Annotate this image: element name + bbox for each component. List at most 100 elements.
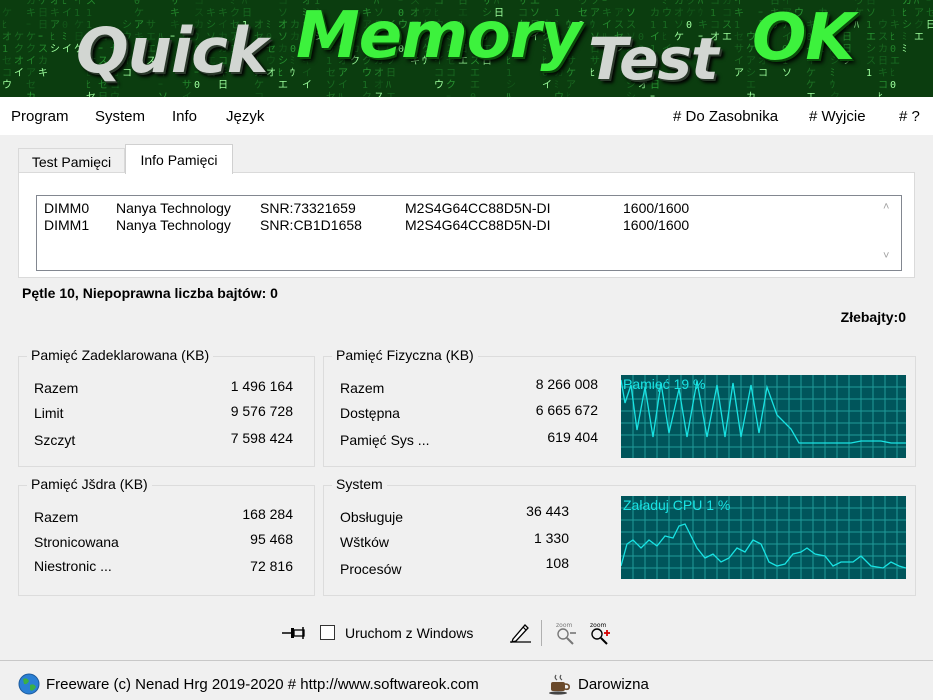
svg-text:ｰ: ｰ [38, 32, 43, 43]
module-part-number: M2S4G64CC88D5N-DI [405, 200, 551, 216]
menu-language[interactable]: Język [226, 108, 264, 125]
coffee-icon[interactable] [548, 673, 572, 695]
physical-system-label: Pamięć Sys ... [340, 432, 430, 448]
svg-text:ケ: ケ [686, 7, 696, 19]
svg-text:ﾊ: ﾊ [914, 0, 919, 7]
svg-text:コ: コ [710, 0, 720, 7]
svg-text:シ: シ [902, 20, 912, 31]
menu-to-tray[interactable]: # Do Zasobnika [673, 108, 778, 125]
svg-text:ス: ス [722, 20, 732, 31]
svg-text:イ: イ [26, 56, 36, 67]
autostart-label[interactable]: Uruchom z Windows [345, 625, 473, 641]
svg-text:日: 日 [926, 20, 933, 31]
svg-text:ス: ス [38, 44, 48, 55]
svg-text:エ: エ [470, 80, 480, 91]
scroll-up-icon[interactable]: ˄ [883, 201, 889, 213]
svg-text:ﾊ: ﾊ [854, 20, 859, 31]
svg-text:セ: セ [926, 7, 933, 19]
svg-text:カ: カ [674, 0, 684, 7]
svg-text:オ: オ [278, 19, 288, 31]
pencil-icon[interactable] [507, 620, 533, 646]
zoom-out-caption: zoom [556, 622, 572, 629]
svg-text:イ: イ [734, 56, 744, 67]
list-item[interactable]: DIMM1 Nanya Technology SNR:CB1D1658 M2S4… [44, 217, 864, 234]
svg-text:ウ: ウ [854, 0, 864, 7]
svg-text:オ: オ [50, 0, 60, 7]
svg-text:ﾋ: ﾋ [50, 31, 55, 43]
group-title: Pamięć Zadeklarowana (KB) [27, 347, 214, 363]
svg-text:ス: ス [866, 56, 876, 67]
kernel-paged-label: Stronicowana [34, 534, 119, 550]
menu-program[interactable]: Program [11, 108, 69, 125]
svg-text:日: 日 [866, 0, 876, 7]
tab-memory-info[interactable]: Info Pamięci [125, 144, 233, 174]
cpu-usage-graph: Załaduj CPU 1 % [620, 496, 907, 579]
svg-text:セ: セ [2, 55, 12, 67]
globe-icon[interactable] [18, 673, 40, 695]
group-title: Pamięć Fizyczna (KB) [332, 347, 478, 363]
menu-system[interactable]: System [95, 108, 145, 125]
svg-text:ウ: ウ [2, 79, 12, 91]
committed-limit-value: 9 576 728 [230, 403, 293, 419]
svg-text:ソ: ソ [590, 0, 600, 7]
menu-bar: Program System Info Język # Do Zasobnika… [0, 97, 933, 135]
module-serial: SNR:73321659 [260, 200, 356, 216]
scroll-down-icon[interactable]: ˅ [883, 250, 889, 262]
svg-text:ケ: ケ [26, 31, 36, 43]
zoom-in-icon[interactable]: zoom [587, 620, 613, 646]
zoom-in-caption: zoom [590, 622, 606, 629]
svg-text:ク: ク [686, 0, 696, 7]
module-speed: 1600/1600 [623, 200, 690, 216]
donate-link[interactable]: Darowizna [578, 676, 649, 693]
svg-text:オ: オ [674, 7, 684, 19]
svg-text:オ: オ [14, 55, 24, 67]
svg-text:ｰ: ｰ [926, 0, 931, 7]
svg-text:ア: ア [50, 20, 60, 31]
copyright-link[interactable]: Freeware (c) Nenad Hrg 2019-2020 # http:… [46, 676, 479, 693]
module-serial: SNR:CB1D1658 [260, 217, 362, 233]
svg-text:ﾐ: ﾐ [902, 32, 907, 43]
committed-total-value: 1 496 164 [230, 378, 293, 394]
list-item[interactable]: DIMM0 Nanya Technology SNR:73321659 M2S4… [44, 200, 864, 217]
svg-text:ｰ: ｰ [602, 0, 607, 7]
svg-text:ス: ス [878, 32, 888, 43]
svg-text:ソ: ソ [866, 8, 876, 19]
svg-text:ﾋ: ﾋ [890, 67, 895, 79]
tab-memory-test[interactable]: Test Pamięci [18, 148, 125, 174]
zoom-out-icon[interactable]: zoom [553, 620, 579, 646]
menu-info[interactable]: Info [172, 108, 197, 125]
menu-help[interactable]: # ? [899, 108, 920, 125]
svg-text:エ: エ [914, 32, 924, 43]
physical-available-label: Dostępna [340, 405, 400, 421]
svg-text:カ: カ [38, 55, 48, 67]
autostart-checkbox[interactable] [320, 625, 335, 640]
svg-text:1: 1 [710, 8, 716, 19]
svg-text:1: 1 [362, 80, 368, 91]
kernel-total-label: Razem [34, 509, 79, 525]
toolbar-separator [541, 620, 542, 646]
memory-module-list[interactable]: DIMM0 Nanya Technology SNR:73321659 M2S4… [36, 195, 902, 271]
svg-text:シ: シ [506, 80, 516, 91]
svg-text:ウ: ウ [662, 7, 672, 19]
pin-icon[interactable] [282, 626, 306, 640]
svg-text:キ: キ [878, 68, 888, 79]
svg-text:コ: コ [878, 80, 888, 91]
module-part-number: M2S4G64CC88D5N-DI [405, 217, 551, 233]
module-slot: DIMM0 [44, 200, 90, 216]
menu-exit[interactable]: # Wyjcie [809, 108, 866, 125]
svg-text:ア: ア [590, 8, 600, 19]
svg-text:1: 1 [734, 20, 740, 31]
svg-text:ア: ア [26, 68, 36, 79]
svg-text:キ: キ [26, 8, 36, 19]
system-handles-value: 36 443 [526, 503, 569, 519]
svg-text:ｳ: ｳ [830, 79, 835, 91]
svg-text:ケ: ケ [38, 0, 48, 7]
list-scrollbar[interactable]: ˄ ˅ [875, 196, 901, 270]
svg-text:ソ: ソ [626, 8, 636, 19]
svg-text:エ: エ [278, 80, 288, 91]
svg-text:1: 1 [890, 8, 896, 19]
svg-text:ﾋ: ﾋ [902, 7, 907, 19]
svg-text:ケ: ケ [854, 7, 864, 19]
svg-text:ﾋ: ﾋ [278, 67, 283, 79]
svg-text:イ: イ [302, 80, 312, 91]
